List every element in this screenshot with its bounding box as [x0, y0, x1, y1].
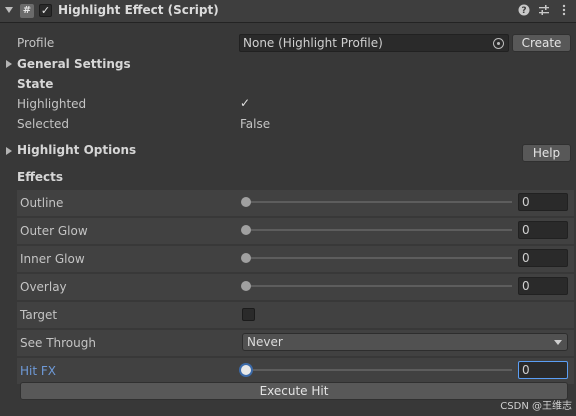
hit-fx-slider-thumb[interactable]	[241, 365, 251, 375]
profile-object-field[interactable]: None (Highlight Profile)	[239, 34, 509, 52]
foldout-arrow-icon[interactable]	[5, 7, 13, 13]
outline-value-field[interactable]: 0	[518, 193, 568, 211]
highlighted-checkbox[interactable]: ✓	[240, 96, 250, 110]
highlight-options-foldout[interactable]: Highlight Options	[17, 143, 136, 157]
help-button[interactable]: Help	[522, 144, 571, 162]
overlay-row: Overlay 0	[17, 274, 574, 300]
overlay-slider-thumb[interactable]	[241, 281, 251, 291]
more-options-icon[interactable]	[557, 4, 571, 18]
general-settings-foldout[interactable]: General Settings	[17, 57, 131, 71]
script-icon: #	[20, 4, 34, 18]
effects-heading: Effects	[17, 170, 64, 184]
object-picker-icon[interactable]	[493, 38, 504, 49]
outer-glow-value-field[interactable]: 0	[518, 221, 568, 239]
watermark: CSDN @王维志	[500, 401, 572, 412]
hit-fx-label: Hit FX	[20, 364, 56, 378]
highlight-options-foldout-icon[interactable]	[6, 147, 12, 155]
outer-glow-slider-thumb[interactable]	[241, 225, 251, 235]
target-checkbox[interactable]	[242, 308, 255, 321]
outer-glow-label: Outer Glow	[20, 224, 88, 238]
execute-hit-button[interactable]: Execute Hit	[20, 382, 568, 400]
inner-glow-row: Inner Glow 0	[17, 246, 574, 272]
hit-fx-slider-track[interactable]	[246, 369, 512, 371]
general-settings-foldout-icon[interactable]	[6, 60, 12, 68]
overlay-label: Overlay	[20, 280, 67, 294]
outer-glow-row: Outer Glow 0	[17, 218, 574, 244]
inner-glow-slider-thumb[interactable]	[241, 253, 251, 263]
component-header[interactable]: # ✓ Highlight Effect (Script) ?	[0, 0, 576, 23]
profile-label: Profile	[17, 36, 55, 50]
outline-slider-track[interactable]	[246, 201, 512, 203]
help-icon[interactable]: ?	[517, 4, 531, 18]
highlighted-label: Highlighted	[17, 97, 87, 111]
see-through-dropdown[interactable]: Never	[242, 333, 568, 351]
inner-glow-value-field[interactable]: 0	[518, 249, 568, 267]
effects-panel: Outline 0 Outer Glow 0 Inner Glow 0 Over…	[17, 190, 574, 412]
create-profile-button[interactable]: Create	[512, 34, 571, 52]
outer-glow-slider-track[interactable]	[246, 229, 512, 231]
see-through-label: See Through	[20, 336, 96, 350]
hit-fx-row: Hit FX 0	[17, 358, 574, 384]
hit-fx-value-field[interactable]: 0	[518, 361, 568, 379]
profile-value: None (Highlight Profile)	[243, 36, 383, 50]
overlay-slider-track[interactable]	[246, 285, 512, 287]
dropdown-arrow-icon	[554, 340, 562, 345]
state-heading: State	[17, 77, 54, 91]
svg-text:?: ?	[521, 6, 526, 16]
presets-sliders-icon[interactable]	[537, 4, 551, 18]
outline-label: Outline	[20, 196, 64, 210]
inner-glow-label: Inner Glow	[20, 252, 85, 266]
target-label: Target	[20, 308, 58, 322]
outline-slider-thumb[interactable]	[241, 197, 251, 207]
component-title: Highlight Effect (Script)	[58, 3, 219, 17]
outline-row: Outline 0	[17, 190, 574, 216]
selected-label: Selected	[17, 117, 70, 131]
overlay-value-field[interactable]: 0	[518, 277, 568, 295]
see-through-value: Never	[247, 335, 283, 349]
see-through-row: See Through Never	[17, 330, 574, 356]
selected-value: False	[240, 117, 271, 131]
target-row: Target	[17, 302, 574, 328]
inner-glow-slider-track[interactable]	[246, 257, 512, 259]
component-enabled-checkbox[interactable]: ✓	[39, 4, 52, 17]
